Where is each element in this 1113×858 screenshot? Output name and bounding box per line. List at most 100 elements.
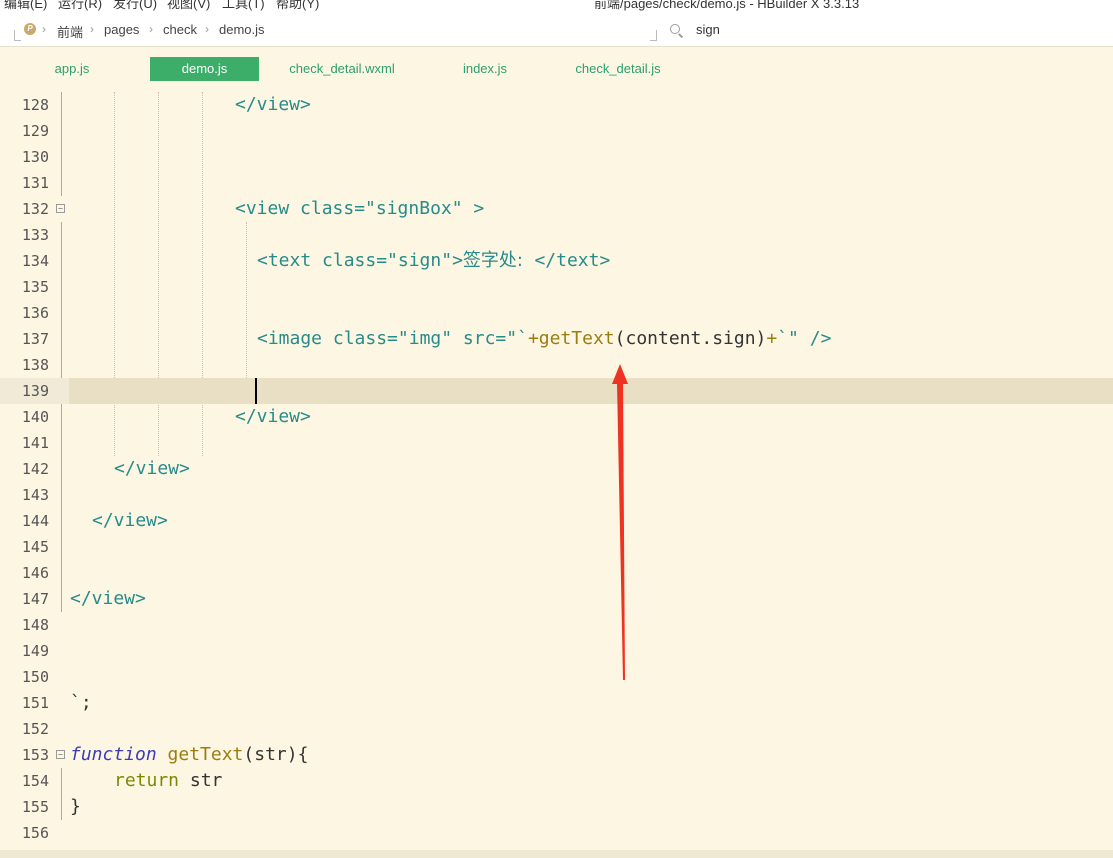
code-text: } xyxy=(70,796,81,817)
menu-bar: 编辑(E) 运行(R) 发行(U) 视图(V) 工具(T) 帮助(Y) 前端/p… xyxy=(0,0,1113,12)
line-number: 132 xyxy=(21,200,49,218)
code-token: +getText xyxy=(527,328,615,349)
chevron-right-icon: › xyxy=(149,22,153,36)
code-line-current: 139 xyxy=(0,378,1113,404)
tab-check-detail-wxml[interactable]: check_detail.wxml xyxy=(276,57,408,81)
line-number: 144 xyxy=(21,512,49,530)
code-line: 146 xyxy=(0,560,1113,586)
menu-item-help[interactable]: 帮助(Y) xyxy=(276,0,319,12)
code-line: 144 </view> xyxy=(0,508,1113,534)
code-text: </view> xyxy=(235,406,311,427)
tab-app-js[interactable]: app.js xyxy=(40,57,104,81)
arrow-icon xyxy=(612,364,628,680)
code-line: 154 return str xyxy=(0,768,1113,794)
code-token: 签字处: xyxy=(462,250,535,271)
code-token: getText xyxy=(156,744,244,765)
line-number: 141 xyxy=(21,434,49,452)
code-line: 151 `; xyxy=(0,690,1113,716)
code-editor[interactable]: 128 </view> 129 130 131 132 − <view clas… xyxy=(0,92,1113,858)
code-text: function getText(str){ xyxy=(70,742,308,768)
code-line: 131 xyxy=(0,170,1113,196)
text-cursor xyxy=(255,378,257,404)
code-line: 156 xyxy=(0,820,1113,846)
breadcrumb-border-right xyxy=(650,30,657,41)
search-input[interactable]: sign xyxy=(666,20,1113,40)
code-line: 134 <text class="sign">签字处: </text> xyxy=(0,248,1113,274)
code-line: 138 xyxy=(0,352,1113,378)
line-number: 146 xyxy=(21,564,49,582)
line-number: 150 xyxy=(21,668,49,686)
code-line: 155 } xyxy=(0,794,1113,820)
line-number: 152 xyxy=(21,720,49,738)
line-number: 134 xyxy=(21,252,49,270)
code-text: <image class="img" src="`+getText(conten… xyxy=(257,326,831,352)
code-token: <text class= xyxy=(257,250,388,271)
chevron-right-icon: › xyxy=(205,22,209,36)
line-number: 138 xyxy=(21,356,49,374)
horizontal-scrollbar[interactable] xyxy=(0,850,1113,858)
code-line: 130 xyxy=(0,144,1113,170)
fold-collapse-icon[interactable]: − xyxy=(56,750,65,759)
annotation-arrow xyxy=(612,364,628,680)
menu-item-publish[interactable]: 发行(U) xyxy=(113,0,157,12)
line-number: 140 xyxy=(21,408,49,426)
code-line: 152 xyxy=(0,716,1113,742)
code-token: </text> xyxy=(534,250,611,271)
code-line: 145 xyxy=(0,534,1113,560)
line-number: 149 xyxy=(21,642,49,660)
code-line: 128 </view> xyxy=(0,92,1113,118)
code-token: > xyxy=(452,250,463,271)
line-number: 136 xyxy=(21,304,49,322)
code-token: > xyxy=(462,198,485,219)
line-number: 135 xyxy=(21,278,49,296)
code-token: return xyxy=(114,770,180,791)
code-line: 149 xyxy=(0,638,1113,664)
editor-tab-bar: app.js demo.js check_detail.wxml index.j… xyxy=(0,47,1113,87)
code-token: src= xyxy=(452,328,507,349)
line-number: 139 xyxy=(21,382,49,400)
tab-check-detail-js[interactable]: check_detail.js xyxy=(564,57,672,81)
breadcrumb: P › 前端 › pages › check › demo.js sign xyxy=(0,12,1113,47)
code-token: + xyxy=(766,328,778,349)
code-text: </view> xyxy=(92,510,168,531)
menu-item-view[interactable]: 视图(V) xyxy=(167,0,210,12)
code-line: 140 </view> xyxy=(0,404,1113,430)
line-number: 154 xyxy=(21,772,49,790)
code-line: 137 <image class="img" src="`+getText(co… xyxy=(0,326,1113,352)
line-number: 143 xyxy=(21,486,49,504)
menu-item-run[interactable]: 运行(R) xyxy=(58,0,102,12)
code-token: `" /> xyxy=(777,328,832,349)
code-line: 141 xyxy=(0,430,1113,456)
tab-index-js[interactable]: index.js xyxy=(450,57,520,81)
code-line: 143 xyxy=(0,482,1113,508)
code-line: 148 xyxy=(0,612,1113,638)
breadcrumb-border-left xyxy=(14,30,21,41)
line-number: 156 xyxy=(21,824,49,842)
breadcrumb-item-check[interactable]: check xyxy=(163,22,197,37)
breadcrumb-item-pages[interactable]: pages xyxy=(104,22,139,37)
search-icon xyxy=(670,24,680,34)
search-value: sign xyxy=(696,22,720,37)
line-number: 148 xyxy=(21,616,49,634)
code-text: </view> xyxy=(114,458,190,479)
menu-item-edit[interactable]: 编辑(E) xyxy=(4,0,47,12)
code-token: function xyxy=(70,744,157,765)
line-number: 153 xyxy=(21,746,49,764)
breadcrumb-item-frontend[interactable]: 前端 xyxy=(57,22,83,41)
chevron-right-icon: › xyxy=(42,22,46,36)
window-title: 前端/pages/check/demo.js - HBuilder X 3.3.… xyxy=(594,0,860,11)
fold-collapse-icon[interactable]: − xyxy=(56,204,65,213)
project-icon: P xyxy=(24,23,36,35)
menu-item-tools[interactable]: 工具(T) xyxy=(222,0,265,12)
code-text: <view class="signBox" > xyxy=(235,196,484,222)
chevron-right-icon: › xyxy=(90,22,94,36)
breadcrumb-item-file[interactable]: demo.js xyxy=(219,22,265,37)
tab-demo-js[interactable]: demo.js xyxy=(150,57,259,81)
line-number: 145 xyxy=(21,538,49,556)
code-token: "signBox" xyxy=(365,198,463,219)
line-number: 137 xyxy=(21,330,49,348)
code-token: <view class= xyxy=(235,198,366,219)
line-number: 128 xyxy=(21,96,49,114)
code-line: 153 − function getText(str){ xyxy=(0,742,1113,768)
code-text: return str xyxy=(114,768,222,794)
